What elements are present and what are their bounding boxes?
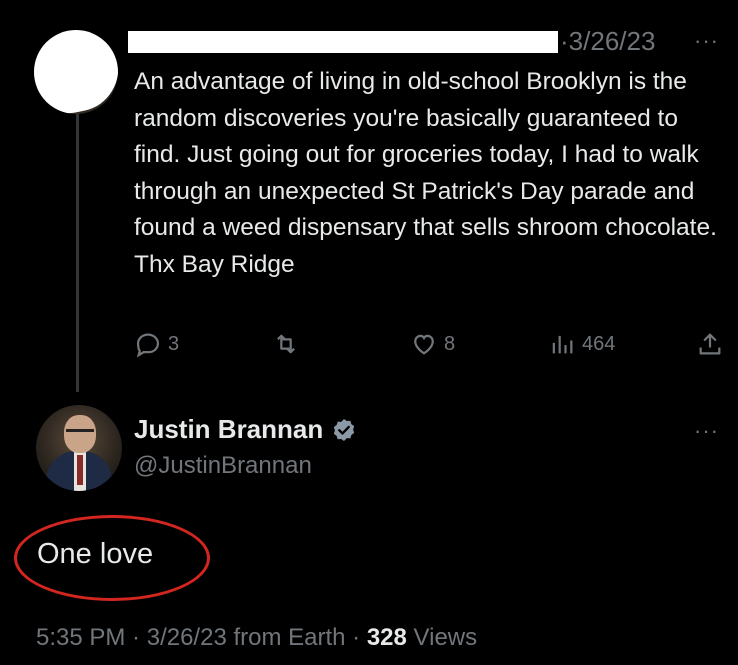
- reply-views-label: Views: [413, 624, 478, 651]
- reply-count: 3: [168, 332, 180, 355]
- reply-author-name[interactable]: Justin Brannan: [134, 414, 357, 445]
- reply-date[interactable]: 3/26/23: [147, 624, 227, 651]
- more-dots-icon[interactable]: ···: [694, 418, 719, 444]
- views-button[interactable]: 464: [548, 330, 615, 358]
- analytics-icon: [552, 335, 573, 354]
- reply-meta-footer: 5:35 PM · 3/26/23 from Earth · 328 Views: [36, 624, 478, 651]
- tweet-text: An advantage of living in old-school Bro…: [134, 68, 717, 278]
- thread-line: [76, 114, 79, 392]
- like-button[interactable]: 8: [410, 330, 455, 358]
- author-name-text: Justin Brannan: [134, 414, 324, 444]
- share-button[interactable]: [696, 330, 730, 358]
- like-count: 8: [444, 332, 456, 355]
- reply-text: One love: [37, 538, 154, 570]
- original-author-avatar[interactable]: [34, 30, 118, 114]
- reply-time[interactable]: 5:35 PM: [36, 624, 125, 651]
- reply-button[interactable]: 3: [134, 330, 179, 358]
- views-count: 464: [582, 332, 616, 355]
- verified-badge-icon: [334, 418, 355, 441]
- reply-icon: [136, 333, 160, 358]
- more-dots-icon[interactable]: ···: [694, 28, 719, 54]
- avatar-redaction: [34, 30, 118, 114]
- reply-author-handle[interactable]: @JustinBrannan: [134, 452, 312, 480]
- retweet-button[interactable]: [272, 330, 306, 358]
- reply-author-avatar[interactable]: [36, 405, 122, 491]
- heart-icon: [414, 334, 434, 355]
- author-name-redaction: [128, 31, 558, 53]
- retweet-icon: [277, 334, 295, 354]
- reply-source: from Earth: [233, 624, 346, 651]
- share-icon: [699, 333, 721, 355]
- reply-views-count: 328: [366, 624, 407, 651]
- tweet-date[interactable]: ·3/26/23: [560, 26, 655, 57]
